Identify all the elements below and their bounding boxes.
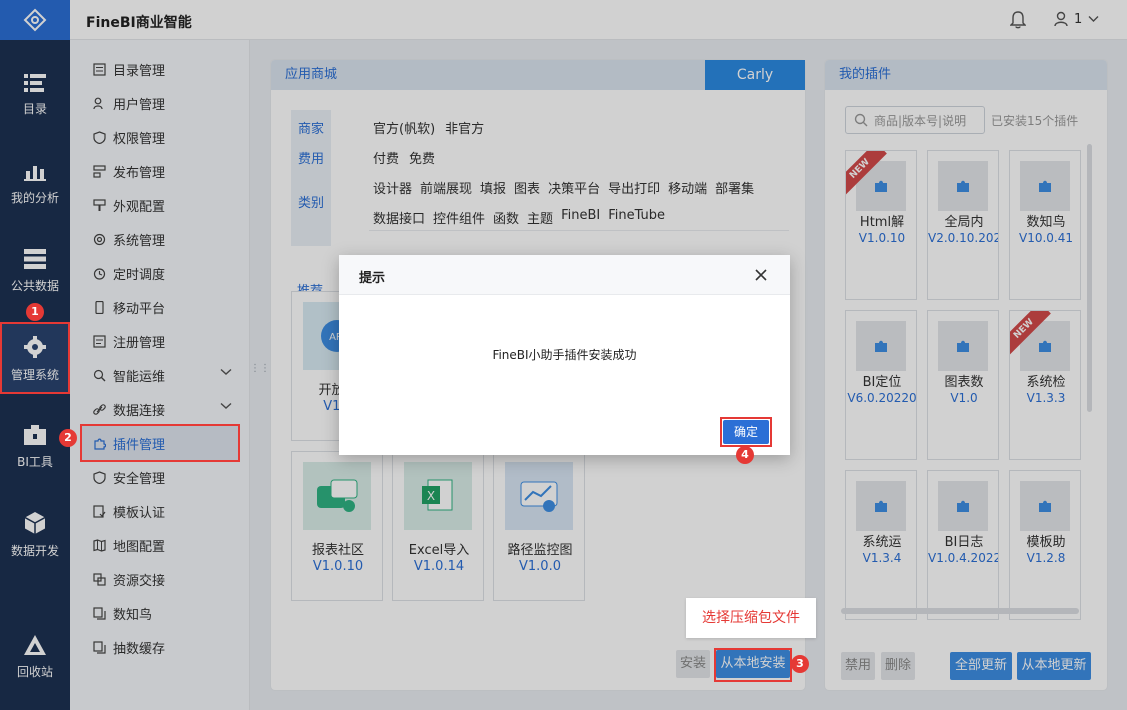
app-window: 目录 我的分析 公共数据 管理系统 BI工具 数据开发 回收站 FineBI商业… <box>0 0 1127 710</box>
step-badge: 4 <box>736 446 754 464</box>
step-badge: 1 <box>26 303 44 321</box>
annotation-box <box>714 648 792 682</box>
dialog-title: 提示 <box>359 271 386 286</box>
step-badge: 3 <box>791 655 809 673</box>
annotation-box <box>720 417 772 447</box>
dialog-message: FineBI小助手插件安装成功 <box>492 348 637 362</box>
dialog-header: 提示 <box>339 255 790 295</box>
close-icon[interactable] <box>753 267 769 283</box>
step-badge: 2 <box>59 429 77 447</box>
annotation-box <box>0 322 70 394</box>
annotation-tooltip: 选择压缩包文件 <box>686 598 816 638</box>
annotation-box <box>80 424 240 462</box>
